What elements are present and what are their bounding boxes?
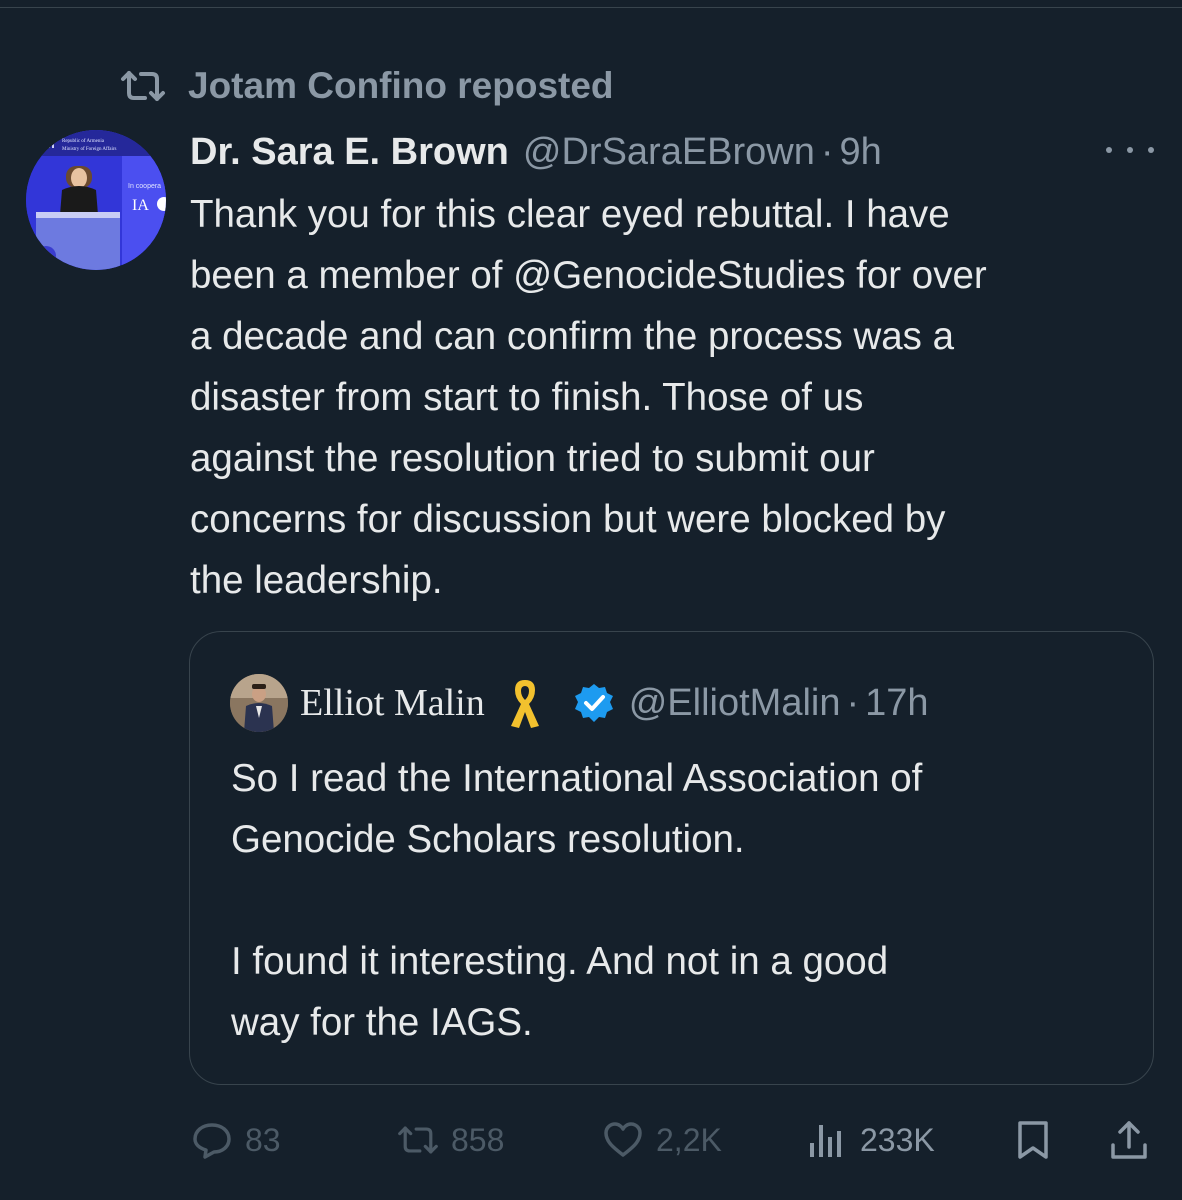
avatar-text-country: Republic of Armenia (62, 139, 105, 144)
separator-dot: · (846, 681, 860, 724)
like-icon (604, 1122, 642, 1157)
views-count: 233K (860, 1121, 935, 1158)
tweet-header: Dr. Sara E. Brown @DrSaraEBrown · 9h (190, 128, 882, 176)
verified-badge-icon (573, 682, 615, 724)
more-dot (1148, 147, 1154, 153)
quoted-text-line: So I read the International Association … (231, 757, 923, 800)
tweet-text-line: a decade and can confirm the process was… (190, 315, 955, 358)
repost-count: 858 (451, 1121, 505, 1158)
repost-label: Jotam Confino reposted (188, 65, 614, 106)
yellow-ribbon-icon (507, 674, 543, 732)
separator-dot: · (820, 130, 834, 173)
author-avatar[interactable]: Republic of Armenia Ministry of Foreign … (26, 130, 166, 270)
avatar-text-logo: IA (132, 197, 149, 214)
reply-count: 83 (245, 1121, 281, 1158)
repost-context[interactable]: Jotam Confino reposted (120, 64, 614, 108)
tweet-text-line: concerns for discussion but were blocked… (190, 498, 946, 541)
quoted-text-line: I found it interesting. And not in a goo… (231, 940, 889, 983)
more-dot (1106, 147, 1112, 153)
quoted-tweet-header: Elliot Malin @ElliotMalin · 17h (230, 674, 929, 732)
repost-icon (120, 69, 166, 103)
more-dot (1127, 147, 1133, 153)
reply-button[interactable]: 83 (191, 1110, 281, 1170)
tweet-text-line: been a member of @GenocideStudies for ov… (190, 254, 987, 297)
reply-icon (193, 1123, 231, 1159)
quoted-author-handle[interactable]: @ElliotMalin (629, 682, 841, 725)
repost-icon (398, 1126, 438, 1154)
quoted-tweet-timestamp[interactable]: 17h (865, 682, 928, 725)
author-name[interactable]: Dr. Sara E. Brown (190, 131, 509, 174)
top-divider (0, 7, 1182, 8)
more-options-icon[interactable] (1106, 138, 1154, 162)
avatar-text-cooperation: In coopera (128, 183, 161, 190)
repost-button[interactable]: 858 (397, 1110, 504, 1170)
bookmark-button[interactable] (1012, 1110, 1054, 1170)
like-count: 2,2K (656, 1121, 722, 1158)
tweet-text: Thank you for this clear eyed rebuttal. … (190, 184, 1170, 611)
quoted-text-line: Genocide Scholars resolution. (231, 818, 745, 861)
quoted-author-avatar[interactable] (230, 674, 288, 732)
views-button[interactable]: 233K (806, 1110, 935, 1170)
quoted-author-name[interactable]: Elliot Malin (300, 681, 485, 725)
like-button[interactable]: 2,2K (602, 1110, 722, 1170)
tweet-actions-bar: 83 858 2,2K 233K (0, 1110, 1182, 1170)
tweet-timestamp[interactable]: 9h (840, 131, 882, 174)
bookmark-icon (1018, 1121, 1048, 1159)
author-handle[interactable]: @DrSaraEBrown (523, 131, 815, 174)
avatar-text-ministry: Ministry of Foreign Affairs (62, 147, 117, 152)
share-icon (1111, 1121, 1147, 1159)
share-button[interactable] (1108, 1110, 1150, 1170)
tweet-text-line: the leadership. (190, 559, 443, 602)
tweet-text-line: disaster from start to finish. Those of … (190, 376, 864, 419)
tweet-text-line: against the resolution tried to submit o… (190, 437, 875, 480)
tweet-text-line: Thank you for this clear eyed rebuttal. … (190, 193, 950, 236)
quoted-tweet-text: So I read the International Association … (231, 748, 1131, 1053)
quoted-tweet-card[interactable]: Elliot Malin @ElliotMalin · 17h So I rea… (189, 631, 1154, 1085)
quoted-text-line: way for the IAGS. (231, 1001, 533, 1044)
views-icon (810, 1125, 841, 1157)
